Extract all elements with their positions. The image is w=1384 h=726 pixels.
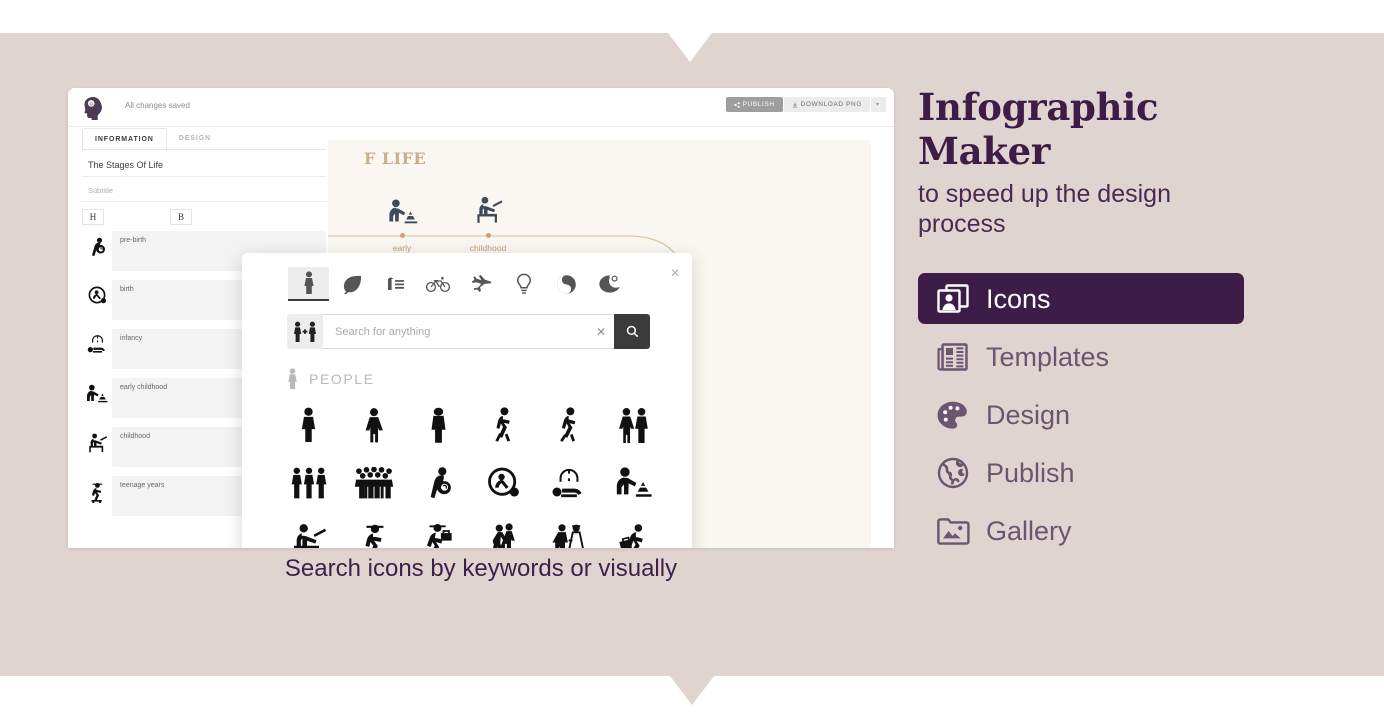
- app-topbar: ☺ All changes saved PUBLISH DOWNLOAD PNG: [68, 88, 894, 127]
- couple-icon[interactable]: [601, 396, 666, 454]
- culture-category-icon[interactable]: [546, 267, 587, 301]
- menu-item-label: Design: [986, 399, 1071, 430]
- transport-category-icon[interactable]: [417, 267, 458, 301]
- menu-item-label: Icons: [986, 283, 1051, 314]
- page-title: Infographic Maker: [918, 85, 1159, 173]
- pregnant-icon[interactable]: [82, 231, 112, 257]
- screenshot-caption: Search icons by keywords or visually: [284, 555, 678, 582]
- newborn-icon[interactable]: [82, 280, 112, 305]
- nature-category-icon[interactable]: [331, 267, 372, 301]
- section-title: PEOPLE: [309, 371, 375, 387]
- travel-category-icon[interactable]: [460, 267, 501, 301]
- right-column: Infographic Maker to speed up the design…: [918, 85, 1258, 563]
- skateboard-icon[interactable]: [341, 512, 406, 548]
- infographic-subtitle-field[interactable]: Subtitle: [88, 186, 326, 195]
- download-png-button[interactable]: DOWNLOAD PNG: [783, 97, 870, 112]
- download-icon: [792, 102, 797, 107]
- infographic-title-field[interactable]: The Stages Of Life: [88, 160, 326, 170]
- download-options-caret[interactable]: ▾: [870, 97, 886, 112]
- toddler-play-icon[interactable]: [601, 454, 666, 512]
- menu-item-label: Templates: [986, 341, 1110, 372]
- toddler-play-icon[interactable]: [82, 378, 112, 404]
- person-icon: [288, 368, 297, 390]
- head-profile-icon: ☺: [84, 97, 102, 120]
- timeline-dot: [486, 233, 491, 238]
- share-icon: [733, 101, 740, 108]
- globe-icon: [934, 454, 972, 492]
- clear-icon[interactable]: ✕: [596, 325, 606, 339]
- tab-design[interactable]: DESIGN: [167, 128, 223, 149]
- search-placeholder: Search for anything: [335, 325, 431, 338]
- ideas-category-icon[interactable]: [503, 267, 544, 301]
- search-submit-button[interactable]: [614, 314, 650, 349]
- walking-fast-icon[interactable]: [536, 396, 601, 454]
- section-header: PEOPLE: [287, 368, 692, 390]
- bold-button[interactable]: B: [170, 209, 192, 225]
- svg-text:☺: ☺: [89, 102, 94, 108]
- crowd-icon[interactable]: [341, 454, 406, 512]
- skateboard-icon[interactable]: [82, 476, 112, 503]
- bottom-notch-triangle: [670, 676, 714, 705]
- student-desk-icon[interactable]: [276, 512, 341, 548]
- two-people-icon[interactable]: [287, 314, 323, 349]
- palette-icon: [934, 396, 972, 434]
- menu-item-icons[interactable]: Icons: [918, 273, 1244, 324]
- category-tabs: [242, 253, 692, 301]
- app-screenshot: ☺ All changes saved PUBLISH DOWNLOAD PNG: [68, 88, 894, 548]
- heading-button[interactable]: H: [82, 209, 104, 225]
- student-desk-icon[interactable]: [82, 427, 112, 453]
- panel-divider-2: [82, 201, 326, 202]
- icon-grid: [276, 396, 692, 548]
- timeline-dot: [400, 233, 405, 238]
- close-icon[interactable]: ✕: [670, 267, 680, 279]
- page-subtitle: to speed up the design process: [918, 180, 1171, 238]
- tab-information[interactable]: INFORMATION: [82, 128, 167, 151]
- person-icon[interactable]: [406, 396, 471, 454]
- newspaper-icon: [934, 338, 972, 376]
- menu-item-gallery[interactable]: Gallery: [918, 505, 1258, 556]
- search-input[interactable]: Search for anything ✕: [323, 314, 614, 349]
- app-toolbar-buttons: PUBLISH DOWNLOAD PNG ▾: [725, 97, 886, 112]
- icon-picker-modal[interactable]: ✕ Search for anything ✕ PEOPLE: [242, 253, 692, 548]
- man-icon[interactable]: [276, 396, 341, 454]
- format-toolbar: H B: [82, 209, 326, 225]
- publish-label: PUBLISH: [742, 101, 775, 108]
- wedding-couple-icon[interactable]: [536, 512, 601, 548]
- menu-item-label: Gallery: [986, 515, 1072, 546]
- baby-mobile-icon[interactable]: [536, 454, 601, 512]
- search-icon: [626, 325, 638, 338]
- woman-icon[interactable]: [341, 396, 406, 454]
- top-notch-triangle: [668, 33, 712, 62]
- businessman-running-icon[interactable]: [601, 512, 666, 548]
- baby-mobile-icon[interactable]: [82, 329, 112, 353]
- student-desk-icon: [474, 196, 504, 229]
- panel-divider-1: [82, 176, 326, 177]
- photo-stack-icon: [934, 280, 972, 318]
- businessman-icon[interactable]: [406, 512, 471, 548]
- panel-tab-bar: INFORMATION DESIGN: [82, 128, 326, 151]
- three-people-icon[interactable]: [276, 454, 341, 512]
- icon-search-bar[interactable]: Search for anything ✕: [287, 314, 650, 349]
- save-status-label: All changes saved: [125, 101, 190, 110]
- walking-icon[interactable]: [471, 396, 536, 454]
- menu-item-label: Publish: [986, 457, 1075, 488]
- food-category-icon[interactable]: [589, 267, 630, 301]
- people-category-icon[interactable]: [288, 267, 329, 301]
- menu-item-templates[interactable]: Templates: [918, 331, 1258, 382]
- newborn-icon[interactable]: [471, 454, 536, 512]
- toddler-play-icon: [388, 198, 418, 231]
- dancing-couple-icon[interactable]: [471, 512, 536, 548]
- page-root: ☺ All changes saved PUBLISH DOWNLOAD PNG: [0, 0, 1384, 726]
- image-folder-icon: [934, 512, 972, 550]
- feature-menu: Icons Templates Design Publish Gallery: [918, 273, 1258, 556]
- publish-button[interactable]: PUBLISH: [725, 97, 783, 112]
- menu-item-design[interactable]: Design: [918, 389, 1258, 440]
- menu-item-publish[interactable]: Publish: [918, 447, 1258, 498]
- download-label: DOWNLOAD PNG: [800, 101, 862, 108]
- business-category-icon[interactable]: [374, 267, 415, 301]
- pregnant-icon[interactable]: [406, 454, 471, 512]
